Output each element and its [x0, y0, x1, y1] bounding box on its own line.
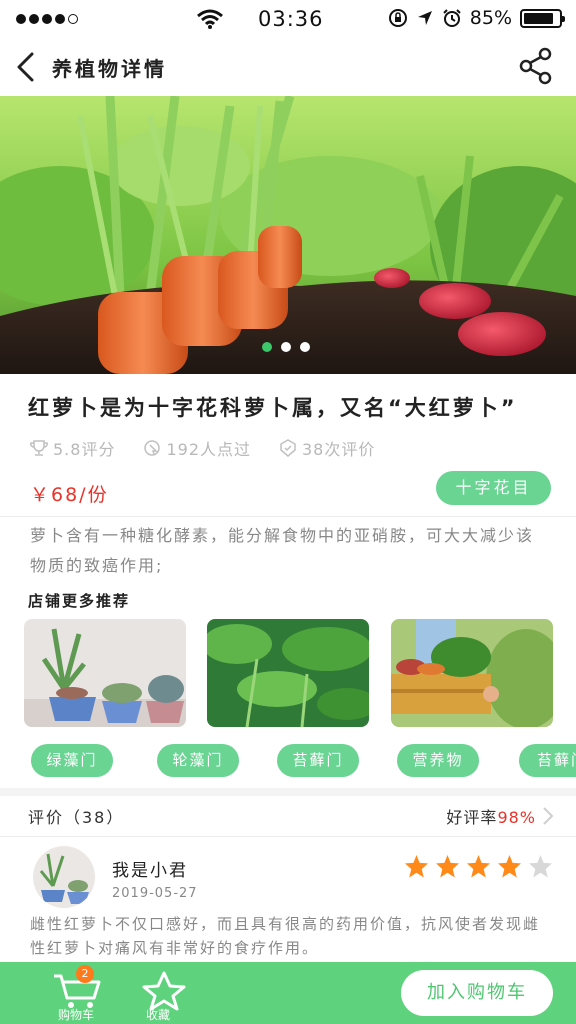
review-date: 2019-05-27 [112, 886, 198, 901]
star-filled-icon [436, 855, 459, 878]
succulents-photo [24, 619, 186, 727]
category-tag[interactable]: 十字花目 [436, 471, 551, 505]
bottom-action-bar: 2 购物车 收藏 加入购物车 [0, 962, 576, 1024]
tag-bryophyta[interactable]: 苔藓门 [277, 744, 359, 777]
tag-green-algae[interactable]: 绿藻门 [31, 744, 113, 777]
vegetable-crate-photo [391, 619, 553, 727]
carousel-dots [262, 342, 310, 352]
rating-stat: 5.8评分 [30, 436, 115, 460]
star-empty-icon [529, 855, 552, 878]
product-description: 萝卜含有一种糖化酵素，能分解食物中的亚硝胺，可大大减少该物质的致癌作用; [30, 526, 535, 575]
status-time: 03:36 [258, 7, 324, 31]
divider [0, 516, 576, 517]
reviewer-name: 我是小君 [112, 861, 188, 881]
alarm-icon [443, 9, 461, 27]
badge-icon [280, 439, 296, 457]
wifi-icon [197, 9, 223, 29]
positive-rating-value: 98% [497, 808, 536, 827]
tag-bryophyta-2[interactable]: 苔藓门 [519, 744, 576, 777]
chevron-right-icon[interactable] [542, 806, 554, 826]
avatar-image [33, 846, 95, 908]
carousel-dot[interactable] [300, 342, 310, 352]
section-divider [0, 788, 576, 796]
location-icon [417, 11, 432, 25]
review-stars [404, 854, 553, 879]
page-title: 养植物详情 [52, 57, 167, 81]
star-filled-icon [498, 855, 521, 878]
star-filled-icon [467, 855, 490, 878]
product-price: ￥68/份 [30, 484, 109, 506]
star-filled-icon [405, 855, 428, 878]
divider [0, 836, 576, 837]
product-stats: 5.8评分 192人点过 38次评价 [30, 436, 375, 460]
tag-charophyta[interactable]: 轮藻门 [157, 744, 239, 777]
tag-nutrients[interactable]: 营养物 [397, 744, 479, 777]
reviews-label[interactable]: 评价（38） [28, 804, 124, 828]
avatar[interactable] [33, 846, 95, 908]
battery-percent: 85% [469, 7, 512, 29]
review-text: 雌性红萝卜不仅口感好，而且具有很高的药用价值，抗风使者发现雌性红萝卜对痛风有非常… [30, 915, 541, 957]
cart-label[interactable]: 购物车 [58, 1006, 94, 1023]
signal-strength-icon [16, 14, 78, 24]
rotation-lock-icon [388, 9, 407, 27]
nav-bar: 养植物详情 [0, 38, 576, 96]
recommendation-card-lotus[interactable] [207, 619, 369, 727]
product-title: 红萝卜是为十字花科萝卜属，又名“大红萝卜” [28, 396, 518, 420]
cart-badge: 2 [76, 965, 94, 983]
carrot-garden-photo [0, 96, 576, 374]
recommendation-card-succulents[interactable] [24, 619, 186, 727]
likes-stat: 192人点过 [143, 436, 251, 460]
recommendation-card-vegetables[interactable] [391, 619, 553, 727]
positive-rating[interactable]: 好评率98% [446, 804, 536, 828]
carousel-dot[interactable] [262, 342, 272, 352]
hero-banner[interactable] [0, 96, 576, 374]
review-count-stat: 38次评价 [279, 436, 375, 460]
lotus-pond-photo [207, 619, 369, 727]
trophy-icon [30, 440, 48, 456]
recommendations-heading: 店铺更多推荐 [28, 592, 131, 610]
add-to-cart-button[interactable]: 加入购物车 [401, 970, 553, 1016]
favorite-label[interactable]: 收藏 [146, 1006, 170, 1023]
pointer-icon [144, 440, 161, 456]
battery-icon [520, 8, 565, 28]
status-bar: 03:36 85% [0, 0, 576, 38]
carousel-dot[interactable] [281, 342, 291, 352]
share-button[interactable] [518, 46, 554, 86]
back-button[interactable] [12, 50, 40, 84]
